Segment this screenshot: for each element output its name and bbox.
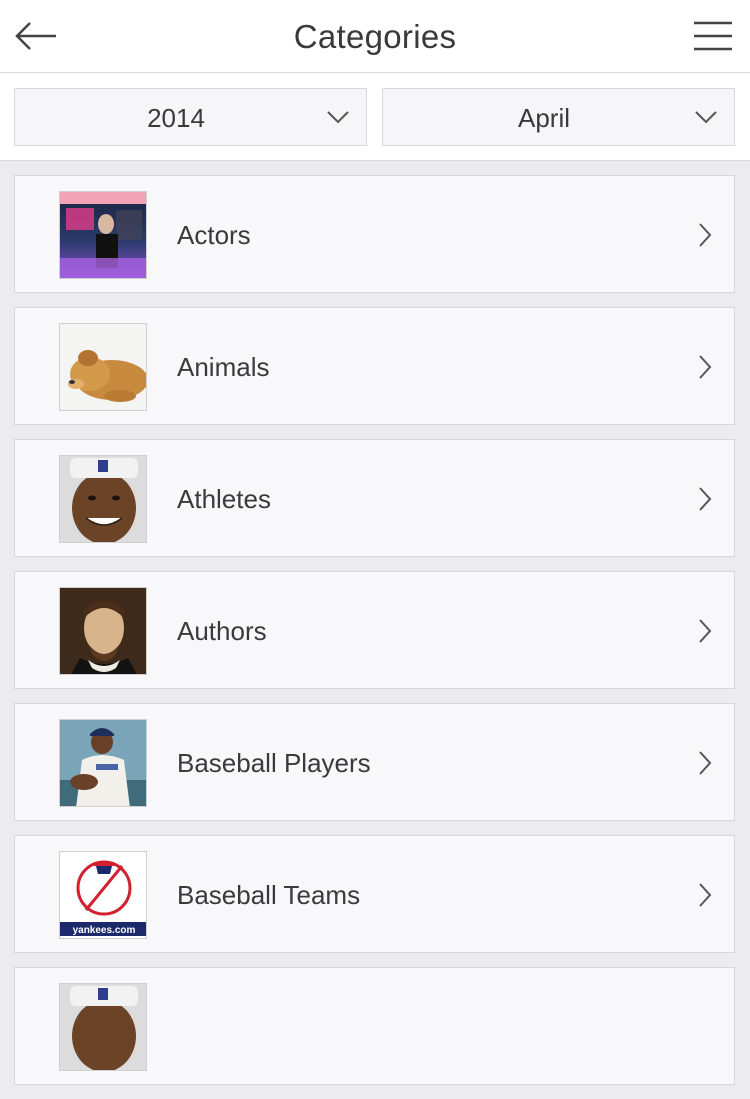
athlete-headband-photo <box>60 984 146 1070</box>
chevron-right-icon <box>699 619 712 643</box>
chevron-down-icon <box>695 111 717 124</box>
category-list: Actors Animals Athletes Authors Baseball… <box>14 175 735 1099</box>
yankees-caption: yankees.com <box>73 925 136 936</box>
yankees-logo: yankees.com <box>60 852 146 938</box>
category-label: Baseball Players <box>177 748 371 778</box>
chevron-right-icon <box>699 355 712 379</box>
year-select[interactable]: 2014 <box>14 88 367 146</box>
category-label: Animals <box>177 352 270 382</box>
album-cover-photo <box>60 192 146 278</box>
category-label: Authors <box>177 616 267 646</box>
month-select-value: April <box>517 103 570 133</box>
chevron-right-icon <box>699 487 712 511</box>
athlete-headband-photo <box>60 456 146 542</box>
year-select-value: 2014 <box>147 103 205 133</box>
category-row-baseball-teams[interactable]: yankees.com Baseball Teams <box>14 835 735 953</box>
baseball-player-photo <box>60 720 146 806</box>
category-thumbnail <box>59 191 147 279</box>
category-thumbnail <box>59 587 147 675</box>
category-row-partial[interactable] <box>14 967 735 1085</box>
page-title: Categories <box>293 18 457 55</box>
category-thumbnail <box>59 719 147 807</box>
category-thumbnail <box>59 983 147 1071</box>
hamburger-menu-icon <box>694 21 732 51</box>
category-label: Athletes <box>177 484 271 514</box>
category-label: Actors <box>177 220 251 250</box>
category-row-athletes[interactable]: Athletes <box>14 439 735 557</box>
category-thumbnail <box>59 323 147 411</box>
category-thumbnail: yankees.com <box>59 851 147 939</box>
filter-bar: 2014 April <box>0 73 750 161</box>
category-row-actors[interactable]: Actors <box>14 175 735 293</box>
category-row-animals[interactable]: Animals <box>14 307 735 425</box>
category-thumbnail <box>59 455 147 543</box>
chevron-right-icon <box>699 751 712 775</box>
month-select[interactable]: April <box>382 88 735 146</box>
category-label: Baseball Teams <box>177 880 361 910</box>
chevron-right-icon <box>699 883 712 907</box>
menu-button[interactable] <box>692 18 734 54</box>
top-bar: Categories <box>0 0 750 73</box>
sleeping-puppy-photo <box>60 324 146 410</box>
chevron-down-icon <box>327 111 349 124</box>
chevron-right-icon <box>699 223 712 247</box>
shakespeare-portrait <box>60 588 146 674</box>
category-row-authors[interactable]: Authors <box>14 571 735 689</box>
category-row-baseball-players[interactable]: Baseball Players <box>14 703 735 821</box>
